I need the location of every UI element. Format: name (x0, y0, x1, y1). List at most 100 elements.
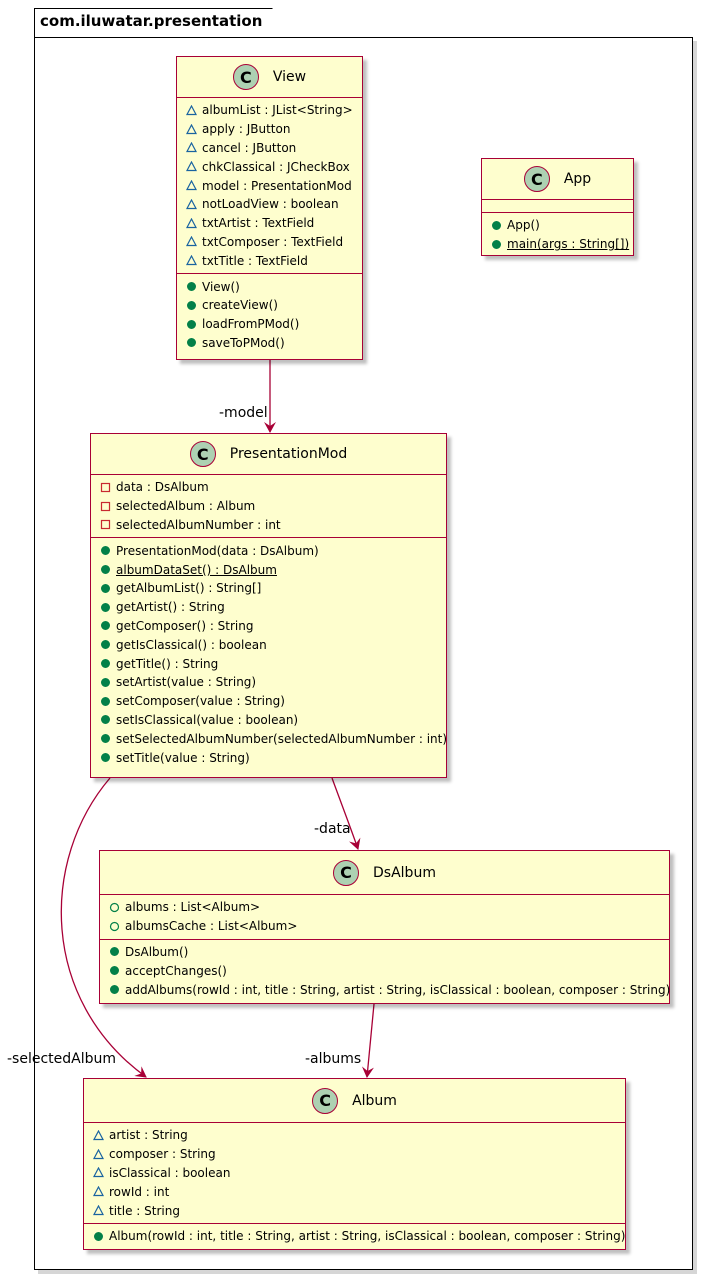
package-visibility-icon (185, 180, 197, 192)
class-header: C Album (84, 1079, 625, 1122)
field-text: albums : List<Album> (125, 900, 261, 915)
method-text: getAlbumList() : String[] (116, 581, 262, 596)
method-row: PresentationMod(data : DsAlbum) (99, 541, 446, 560)
class-presentation-mod[interactable]: C PresentationMod data : DsAlbum selectedAl… (90, 433, 447, 778)
field-text: selectedAlbumNumber : int (116, 517, 281, 532)
method-row: DsAlbum() (108, 943, 669, 962)
class-name: App (563, 171, 592, 187)
field-row: apply : JButton (185, 120, 362, 139)
public-method-icon (108, 984, 120, 996)
method-row: Album(rowId : int, title : String, artis… (92, 1227, 625, 1246)
field-text: txtArtist : TextField (202, 216, 315, 231)
field-text: composer : String (109, 1147, 216, 1162)
package-visibility-icon (92, 1167, 104, 1179)
field-text: rowId : int (109, 1184, 170, 1199)
package-visibility-icon (92, 1148, 104, 1160)
public-method-icon (99, 620, 111, 632)
class-methods: App() main(args : String[]) (482, 213, 633, 257)
method-text: getIsClassical() : boolean (116, 637, 267, 652)
field-row: txtArtist : TextField (185, 214, 362, 233)
method-text: main(args : String[]) (507, 237, 630, 252)
public-method-icon (99, 639, 111, 651)
class-fields (482, 200, 633, 212)
field-text: albumList : JList<String> (202, 103, 353, 118)
field-row: composer : String (92, 1145, 625, 1164)
method-text: createView() (202, 298, 278, 313)
field-row: cancel : JButton (185, 139, 362, 158)
relation-label-model: -model (219, 405, 268, 421)
relation-label-data: -data (314, 821, 351, 837)
method-row: View() (185, 277, 362, 296)
package-visibility-icon (92, 1186, 104, 1198)
field-row: selectedAlbumNumber : int (99, 516, 446, 535)
method-row: getComposer() : String (99, 617, 446, 636)
method-row: getIsClassical() : boolean (99, 635, 446, 654)
field-text: selectedAlbum : Album (116, 499, 256, 514)
class-name: Album (352, 1092, 397, 1109)
package-visibility-icon (185, 161, 197, 173)
method-row: getAlbumList() : String[] (99, 579, 446, 598)
field-text: chkClassical : JCheckBox (202, 159, 350, 174)
package-visibility-icon (185, 255, 197, 267)
public-method-icon (185, 281, 197, 293)
package-visibility-icon (185, 104, 197, 116)
method-text: acceptChanges() (125, 963, 227, 978)
class-header: C App (482, 159, 633, 199)
method-row: setTitle(value : String) (99, 748, 446, 767)
private-field-icon (99, 500, 111, 512)
public-method-icon (99, 582, 111, 594)
class-fields: artist : String composer : String isClassi… (84, 1123, 625, 1223)
class-album[interactable]: C Album artist : String composer : String is… (83, 1078, 626, 1250)
method-text: getComposer() : String (116, 618, 254, 633)
method-text: setTitle(value : String) (116, 750, 250, 765)
class-header: C View (177, 57, 362, 97)
method-text: PresentationMod(data : DsAlbum) (116, 543, 319, 558)
package-visibility-icon (185, 217, 197, 229)
field-row: title : String (92, 1201, 625, 1220)
class-methods: Album(rowId : int, title : String, artis… (84, 1224, 625, 1249)
method-text: loadFromPMod() (202, 317, 300, 332)
field-text: albumsCache : List<Album> (125, 919, 298, 934)
class-badge-icon: C (189, 441, 216, 467)
package-visibility-icon (185, 142, 197, 154)
field-row: notLoadView : boolean (185, 195, 362, 214)
public-method-icon (185, 318, 197, 330)
class-methods: PresentationMod(data : DsAlbum) albumData… (91, 538, 447, 770)
class-app[interactable]: C App App() main(args : String[]) (481, 158, 634, 256)
class-name: PresentationMod (229, 446, 348, 462)
public-method-icon (185, 299, 197, 311)
private-field-icon (99, 481, 111, 493)
edge-dsalbum-to-album (361, 1003, 375, 1078)
method-row: createView() (185, 296, 362, 315)
public-field-icon (108, 901, 120, 913)
public-method-icon (99, 601, 111, 613)
class-badge-icon: C (333, 859, 360, 886)
method-text: addAlbums(rowId : int, title : String, a… (125, 982, 671, 997)
field-row: albumList : JList<String> (185, 101, 362, 120)
method-text: View() (202, 279, 240, 294)
class-ds-album[interactable]: C DsAlbum albums : List<Album> albumsCache … (99, 850, 670, 1004)
method-text: DsAlbum() (125, 944, 189, 959)
class-header: C DsAlbum (100, 851, 669, 894)
method-row: saveToPMod() (185, 334, 362, 353)
public-method-icon (99, 733, 111, 745)
public-method-icon (99, 676, 111, 688)
public-method-icon (99, 564, 111, 576)
method-row: getTitle() : String (99, 654, 446, 673)
field-text: cancel : JButton (202, 140, 297, 155)
class-view[interactable]: C View albumList : JList<String> apply : JB… (176, 56, 363, 360)
method-row: setIsClassical(value : boolean) (99, 711, 446, 730)
private-field-icon (99, 519, 111, 531)
field-text: artist : String (109, 1128, 188, 1143)
method-row: acceptChanges() (108, 961, 669, 980)
edge-presentationmod-to-dsalbum (331, 777, 361, 850)
field-row: isClassical : boolean (92, 1164, 625, 1183)
method-text: setIsClassical(value : boolean) (116, 712, 299, 727)
class-fields: data : DsAlbum selectedAlbum : Album selec… (91, 475, 446, 537)
class-header: C PresentationMod (91, 434, 446, 474)
field-row: albums : List<Album> (108, 898, 669, 917)
relation-label-selected-album: -selectedAlbum (7, 1051, 117, 1067)
field-row: chkClassical : JCheckBox (185, 157, 362, 176)
method-text: albumDataSet() : DsAlbum (116, 562, 277, 577)
public-method-icon (99, 658, 111, 670)
